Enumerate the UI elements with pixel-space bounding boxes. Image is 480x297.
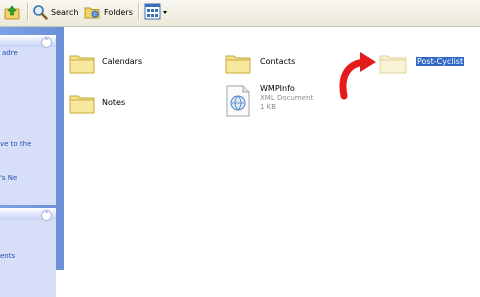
search-icon	[33, 5, 48, 20]
views-icon	[144, 3, 167, 20]
pane-text-line[interactable]: adre	[2, 49, 18, 57]
folder-icon	[379, 55, 407, 74]
folder-icon	[69, 95, 95, 114]
views-button[interactable]	[144, 3, 168, 21]
task-pane: ˄ adre ve to the 's Ne ˄ ents	[0, 27, 64, 297]
rename-field[interactable]: Post-Cyclist	[416, 57, 465, 66]
collapse-chevron-icon[interactable]: ˄	[41, 210, 52, 221]
task-panel-details: ˄ adre ve to the 's Ne	[0, 35, 56, 205]
folder-label: Contacts	[260, 57, 296, 66]
folder-label: Notes	[102, 98, 126, 107]
folder-icon	[69, 55, 95, 74]
file-wmpinfo[interactable]: WMPInfo XML Document 1 KB	[224, 84, 313, 118]
up-arrow-icon	[4, 5, 20, 20]
pane-text-line[interactable]: ve to the	[0, 140, 31, 148]
folder-new[interactable]: Post-Cyclist	[378, 48, 465, 76]
folder-notes[interactable]: Notes	[68, 88, 125, 116]
search-button[interactable]: Search	[32, 3, 78, 21]
collapse-chevron-icon[interactable]: ˄	[41, 37, 52, 48]
folder-icon	[225, 55, 251, 74]
folder-calendars[interactable]: Calendars	[68, 48, 142, 76]
xml-document-icon	[226, 85, 250, 117]
file-type: XML Document	[260, 94, 314, 102]
panel-header[interactable]: ˄	[0, 35, 56, 48]
file-size: 1 KB	[260, 103, 277, 111]
toolbar: Search Folders	[0, 0, 480, 27]
folder-contacts[interactable]: Contacts	[224, 48, 295, 76]
file-name: WMPInfo	[260, 84, 295, 93]
search-label: Search	[51, 7, 79, 17]
pane-text-line[interactable]: 's Ne	[0, 174, 17, 182]
folders-button[interactable]: Folders	[84, 3, 133, 21]
folders-icon	[84, 7, 100, 19]
folders-label: Folders	[104, 7, 133, 17]
folder-label: Calendars	[102, 57, 143, 66]
task-panel-other: ˄ ents	[0, 208, 56, 297]
up-folder-button[interactable]	[3, 3, 23, 21]
panel-header[interactable]: ˄	[0, 208, 56, 221]
pane-text-line[interactable]: ents	[0, 252, 15, 260]
curved-arrow-icon	[339, 52, 376, 100]
